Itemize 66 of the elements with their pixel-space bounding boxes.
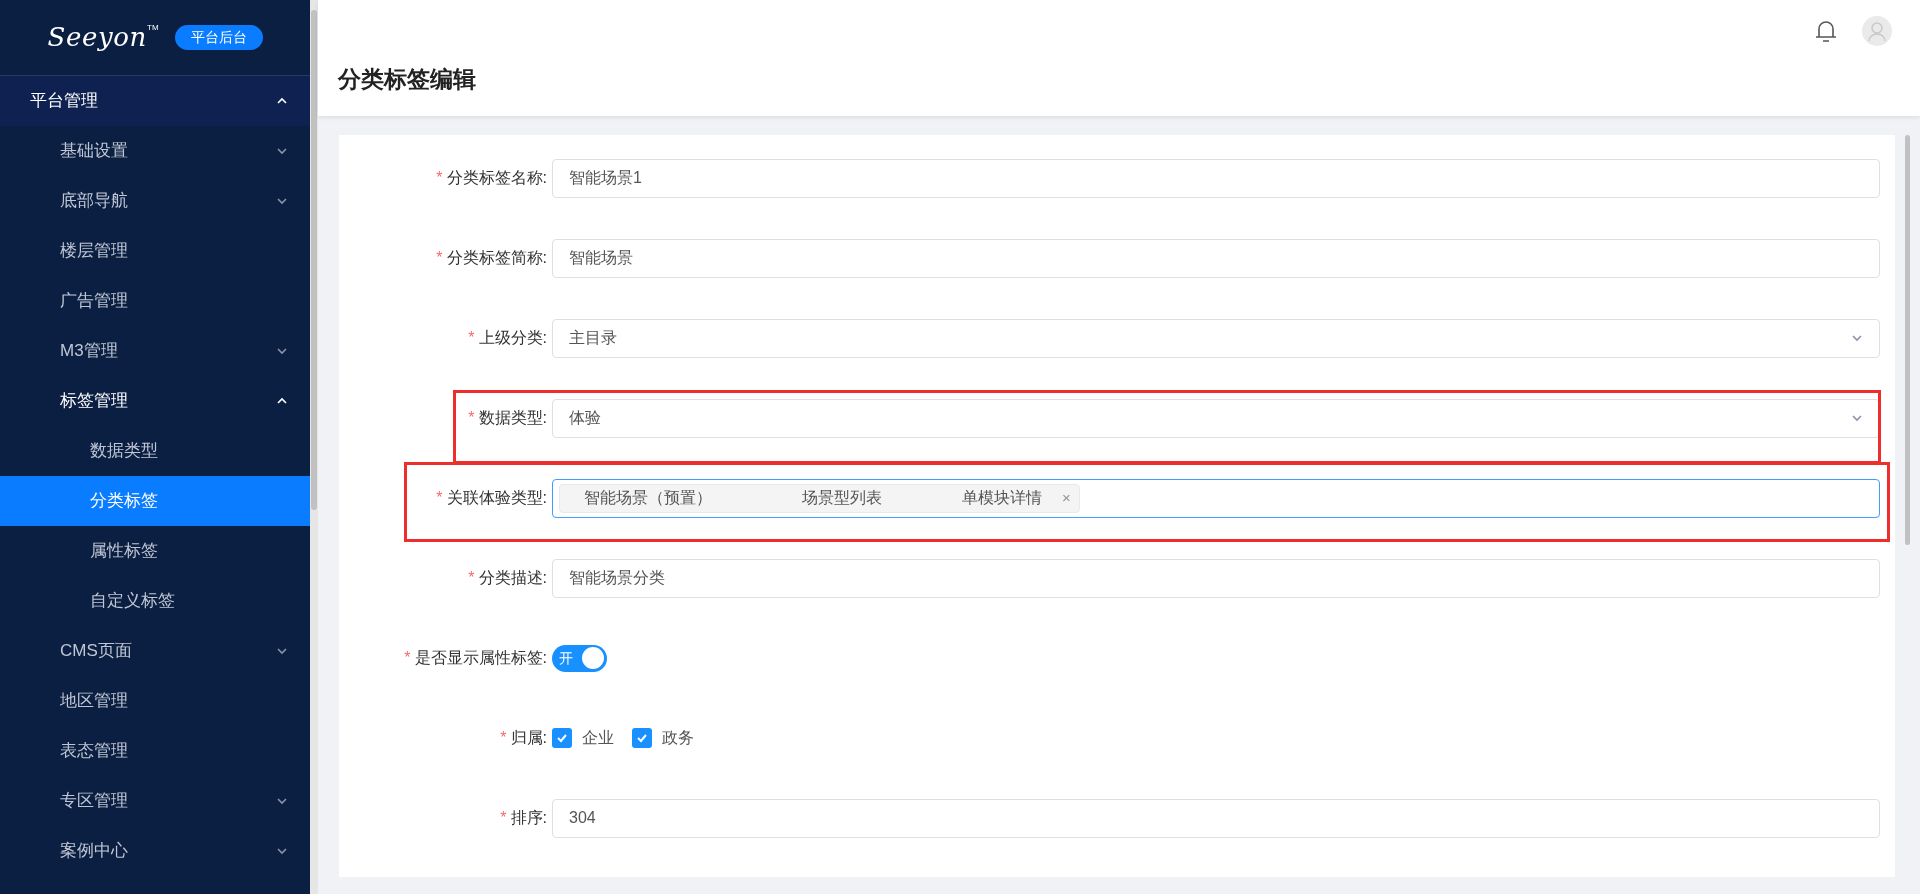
menu-item-label: 楼层管理 bbox=[60, 240, 128, 263]
menu-item[interactable]: 专区管理 bbox=[0, 776, 310, 826]
required-mark: * bbox=[500, 808, 507, 828]
menu-item[interactable]: CMS页面 bbox=[0, 626, 310, 676]
menu-group[interactable]: 平台管理 bbox=[0, 76, 310, 126]
field-label: 分类标签名称: bbox=[446, 168, 547, 188]
field-label: 分类描述: bbox=[478, 568, 547, 588]
field-label: 数据类型: bbox=[478, 408, 547, 428]
required-mark: * bbox=[404, 648, 411, 668]
tag-label: 智能场景（预置） bbox=[584, 488, 712, 508]
menu-item[interactable]: 表态管理 bbox=[0, 726, 310, 776]
menu-item-label: 标签管理 bbox=[60, 390, 128, 413]
tag-label: 场景型列表 bbox=[802, 488, 882, 508]
menu-item[interactable]: 案例中心 bbox=[0, 826, 310, 876]
field-label: 归属: bbox=[510, 728, 547, 748]
text-field[interactable]: 智能场景分类 bbox=[552, 558, 1880, 598]
checkbox[interactable] bbox=[632, 728, 652, 748]
required-mark: * bbox=[468, 408, 475, 428]
select-field[interactable]: 体验 bbox=[552, 398, 1880, 438]
required-mark: * bbox=[468, 568, 475, 588]
checkbox-label: 企业 bbox=[582, 728, 614, 748]
field-label: 分类标签简称: bbox=[446, 248, 547, 268]
menu-item-label: 案例中心 bbox=[60, 840, 128, 863]
chevron-down-icon bbox=[1851, 332, 1863, 344]
tag-label: 单模块详情 bbox=[962, 488, 1042, 508]
menu-item-label: 专区管理 bbox=[60, 790, 128, 813]
required-mark: * bbox=[436, 488, 443, 508]
field-label: 关联体验类型: bbox=[446, 488, 547, 508]
user-avatar-icon[interactable] bbox=[1862, 16, 1892, 46]
menu-item-label: 表态管理 bbox=[60, 740, 128, 763]
menu-item[interactable]: 标签管理 bbox=[0, 376, 310, 426]
checkbox-label: 政务 bbox=[662, 728, 694, 748]
menu-item[interactable]: 地区管理 bbox=[0, 676, 310, 726]
text-field[interactable]: 智能场景1 bbox=[552, 158, 1880, 198]
menu-item[interactable]: 底部导航 bbox=[0, 176, 310, 226]
platform-badge: 平台后台 bbox=[174, 25, 263, 50]
page-title: 分类标签编辑 bbox=[338, 65, 477, 94]
required-mark: * bbox=[436, 248, 443, 268]
required-mark: * bbox=[436, 168, 443, 188]
text-field[interactable]: 304 bbox=[552, 798, 1880, 838]
submenu-item[interactable]: 分类标签 bbox=[0, 476, 310, 526]
field-label: 排序: bbox=[510, 808, 547, 828]
submenu-item[interactable]: 自定义标签 bbox=[0, 576, 310, 626]
field-label: 上级分类: bbox=[478, 328, 547, 348]
menu-group-label: 平台管理 bbox=[30, 90, 98, 113]
menu-item[interactable]: 广告管理 bbox=[0, 276, 310, 326]
submenu-item[interactable]: 数据类型 bbox=[0, 426, 310, 476]
menu-item-label: 广告管理 bbox=[60, 290, 128, 313]
menu-item-label: CMS页面 bbox=[60, 640, 132, 663]
menu-item[interactable]: M3管理 bbox=[0, 326, 310, 376]
menu-item[interactable]: 楼层管理 bbox=[0, 226, 310, 276]
multi-select-field[interactable]: 智能场景（预置） 场景型列表 单模块详情 × bbox=[552, 478, 1880, 518]
chevron-down-icon bbox=[1851, 412, 1863, 424]
checkbox[interactable] bbox=[552, 728, 572, 748]
menu-item-label: 地区管理 bbox=[60, 690, 128, 713]
menu-item-label: 基础设置 bbox=[60, 140, 128, 163]
field-label: 是否显示属性标签: bbox=[414, 648, 547, 668]
notification-bell-icon[interactable] bbox=[1815, 19, 1837, 43]
menu-item[interactable]: 基础设置 bbox=[0, 126, 310, 176]
required-mark: * bbox=[468, 328, 475, 348]
menu-item-label: M3管理 bbox=[60, 340, 118, 363]
select-field[interactable]: 主目录 bbox=[552, 318, 1880, 358]
menu-item-label: 底部导航 bbox=[60, 190, 128, 213]
submenu-item[interactable]: 属性标签 bbox=[0, 526, 310, 576]
required-mark: * bbox=[500, 728, 507, 748]
text-field[interactable]: 智能场景 bbox=[552, 238, 1880, 278]
